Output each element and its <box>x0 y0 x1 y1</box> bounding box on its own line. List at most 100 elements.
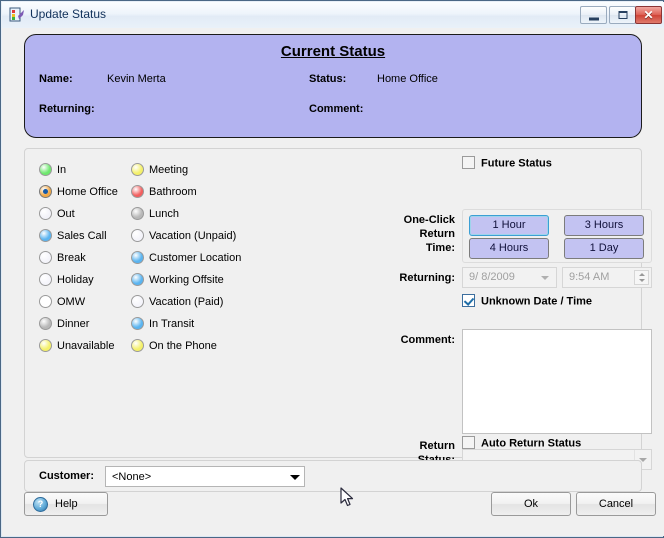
status-radio-customer-location[interactable]: Customer Location <box>131 247 241 269</box>
title-bar[interactable]: Update Status ✕ <box>2 2 664 28</box>
status-color-swatch <box>39 251 52 264</box>
ok-button[interactable]: Ok <box>491 492 571 516</box>
banner-name-label: Name: <box>39 73 73 85</box>
auto-return-status-label: Auto Return Status <box>481 437 581 449</box>
time-spinner[interactable] <box>634 270 649 285</box>
status-color-swatch <box>39 207 52 220</box>
customer-combo[interactable]: <None> <box>105 466 305 487</box>
status-radio-sales-call[interactable]: Sales Call <box>39 225 118 247</box>
maximize-button[interactable] <box>609 6 636 24</box>
future-status-checkbox[interactable]: Future Status <box>462 157 552 170</box>
status-radio-label: OMW <box>57 296 85 308</box>
banner-status-label: Status: <box>309 73 346 85</box>
status-radio-out[interactable]: Out <box>39 203 118 225</box>
unknown-date-time-label: Unknown Date / Time <box>481 295 592 307</box>
status-radio-label: On the Phone <box>149 340 217 352</box>
chevron-down-icon <box>541 276 549 280</box>
status-radio-label: Dinner <box>57 318 89 330</box>
status-radio-vacation-unpaid[interactable]: Vacation (Unpaid) <box>131 225 241 247</box>
status-radio-meeting[interactable]: Meeting <box>131 159 241 181</box>
status-color-swatch <box>131 295 144 308</box>
status-radio-label: Bathroom <box>149 186 197 198</box>
status-color-swatch <box>131 339 144 352</box>
status-radio-label: Lunch <box>149 208 179 220</box>
returning-date-value: 9/ 8/2009 <box>469 271 515 283</box>
banner-status-value: Home Office <box>377 73 438 85</box>
status-color-swatch <box>131 185 144 198</box>
status-color-swatch <box>39 317 52 330</box>
status-radio-unavailable[interactable]: Unavailable <box>39 335 118 357</box>
status-radio-label: Home Office <box>57 186 118 198</box>
checkbox-box-unknown-date-time <box>462 294 475 307</box>
banner-comment-label: Comment: <box>309 103 363 115</box>
one-day-button[interactable]: 1 Day <box>564 238 644 259</box>
help-icon <box>33 497 48 512</box>
status-radio-home-office[interactable]: Home Office <box>39 181 118 203</box>
status-radio-bathroom[interactable]: Bathroom <box>131 181 241 203</box>
status-radio-vacation-paid[interactable]: Vacation (Paid) <box>131 291 241 313</box>
close-button[interactable]: ✕ <box>635 6 662 24</box>
checkbox-box-auto-return-status <box>462 436 475 449</box>
status-radio-label: Customer Location <box>149 252 241 264</box>
window-title: Update Status <box>30 7 106 21</box>
status-radio-label: Vacation (Unpaid) <box>149 230 236 242</box>
client-area: Current Status Name: Kevin Merta Status:… <box>2 28 664 536</box>
status-radio-label: Sales Call <box>57 230 107 242</box>
customer-label: Customer: <box>39 470 94 482</box>
four-hours-button[interactable]: 4 Hours <box>469 238 549 259</box>
comment-textarea[interactable] <box>462 329 652 434</box>
one-hour-button[interactable]: 1 Hour <box>469 215 549 236</box>
spinner-up-icon <box>639 273 645 276</box>
status-radio-holiday[interactable]: Holiday <box>39 269 118 291</box>
status-radio-label: Meeting <box>149 164 188 176</box>
customer-combo-value: <None> <box>112 469 151 486</box>
status-radio-dinner[interactable]: Dinner <box>39 313 118 335</box>
main-options-panel: In Home Office Out Sales Call Break Holiday OM… <box>24 148 642 458</box>
status-radio-lunch[interactable]: Lunch <box>131 203 241 225</box>
status-radio-label: In <box>57 164 66 176</box>
chevron-down-icon[interactable] <box>286 467 304 486</box>
status-radio-column-right: Meeting Bathroom Lunch Vacation (Unpaid) Cus… <box>131 159 241 357</box>
future-status-label: Future Status <box>481 157 552 169</box>
status-radio-label: Break <box>57 252 86 264</box>
status-radio-label: Holiday <box>57 274 94 286</box>
status-color-swatch <box>39 229 52 242</box>
three-hours-button[interactable]: 3 Hours <box>564 215 644 236</box>
returning-label: Returning: <box>355 271 455 285</box>
current-status-banner: Current Status Name: Kevin Merta Status:… <box>24 34 642 138</box>
status-color-swatch <box>39 273 52 286</box>
cancel-button[interactable]: Cancel <box>576 492 656 516</box>
status-color-swatch <box>39 339 52 352</box>
status-color-swatch <box>39 163 52 176</box>
status-radio-on-the-phone[interactable]: On the Phone <box>131 335 241 357</box>
status-radio-omw[interactable]: OMW <box>39 291 118 313</box>
status-color-swatch <box>131 163 144 176</box>
minimize-icon <box>589 18 599 21</box>
status-radio-in-transit[interactable]: In Transit <box>131 313 241 335</box>
app-icon <box>9 7 25 23</box>
returning-date-field[interactable]: 9/ 8/2009 <box>462 267 557 288</box>
status-radio-label: In Transit <box>149 318 194 330</box>
update-status-window: Update Status ✕ Current Status Name: Kev… <box>0 0 664 538</box>
returning-time-field[interactable]: 9:54 AM <box>562 267 652 288</box>
status-radio-in[interactable]: In <box>39 159 118 181</box>
current-status-title: Current Status <box>25 43 641 60</box>
status-radio-label: Out <box>57 208 75 220</box>
spinner-down-icon <box>639 279 645 282</box>
close-icon: ✕ <box>643 9 653 21</box>
status-radio-label: Vacation (Paid) <box>149 296 223 308</box>
status-radio-working-offsite[interactable]: Working Offsite <box>131 269 241 291</box>
status-color-swatch <box>39 185 52 198</box>
help-button[interactable]: Help <box>24 492 108 516</box>
status-color-swatch <box>131 273 144 286</box>
status-radio-break[interactable]: Break <box>39 247 118 269</box>
one-click-return-time-label: One-Click Return Time: <box>355 213 455 255</box>
unknown-date-time-checkbox[interactable]: Unknown Date / Time <box>462 295 592 308</box>
customer-panel: Customer: <None> <box>24 460 642 492</box>
minimize-button[interactable] <box>580 6 607 24</box>
banner-returning-label: Returning: <box>39 103 95 115</box>
status-radio-label: Unavailable <box>57 340 114 352</box>
checkbox-box-future-status <box>462 156 475 169</box>
one-click-buttons-frame: 1 Hour 3 Hours 4 Hours 1 Day <box>462 209 652 263</box>
help-button-label: Help <box>55 498 78 510</box>
